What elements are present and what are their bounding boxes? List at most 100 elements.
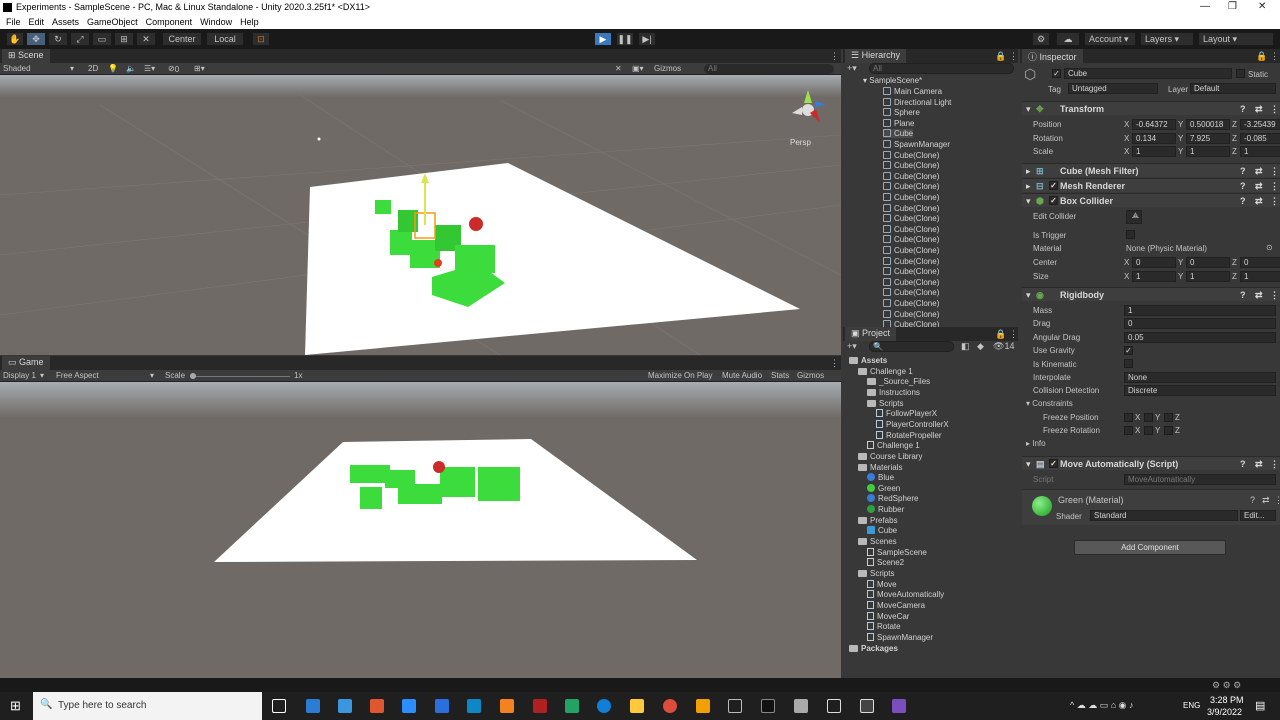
help-icon[interactable]: ? bbox=[1240, 166, 1246, 176]
mesh-filter-header[interactable]: ▸ ⊞ Cube (Mesh Filter) ? ⇄ ⋮ bbox=[1022, 163, 1280, 177]
axis-z-label[interactable]: Z bbox=[1232, 134, 1237, 143]
scale-y-input[interactable]: 1 bbox=[1186, 146, 1230, 157]
tab-scene[interactable]: ⊞ Scene bbox=[2, 49, 50, 63]
center-z-input[interactable]: 0 bbox=[1240, 257, 1280, 268]
persp-label[interactable]: Persp bbox=[790, 138, 811, 147]
display-dropdown[interactable]: Display 1 bbox=[3, 371, 36, 380]
material-preview-icon[interactable] bbox=[1032, 496, 1052, 516]
project-item[interactable]: RotatePropeller bbox=[876, 430, 942, 440]
center-x-input[interactable]: 0 bbox=[1132, 257, 1176, 268]
hierarchy-search-input[interactable]: All bbox=[869, 63, 1014, 74]
scene-viewport[interactable]: Persp bbox=[0, 75, 841, 355]
hierarchy-item[interactable]: Cube(Clone) bbox=[883, 246, 939, 255]
freeze-position-x-checkbox[interactable] bbox=[1124, 413, 1133, 422]
position-z-input[interactable]: -3.25439 bbox=[1240, 119, 1280, 130]
chrome-icon[interactable] bbox=[663, 699, 677, 713]
project-item[interactable]: Assets bbox=[849, 356, 887, 365]
grid-snap-icon[interactable]: ⊡ bbox=[252, 32, 270, 46]
menu-component[interactable]: Component bbox=[146, 17, 193, 27]
preset-icon[interactable]: ⇄ bbox=[1255, 166, 1263, 177]
axis-y-label[interactable]: Y bbox=[1178, 120, 1183, 129]
custom-tool-icon[interactable]: ✕ bbox=[136, 32, 156, 46]
object-picker-icon[interactable]: ⊙ bbox=[1266, 243, 1273, 252]
preset-icon[interactable]: ⇄ bbox=[1255, 459, 1263, 470]
transform-header[interactable]: ▾ ✥ Transform ? ⇄ ⋮ bbox=[1022, 101, 1280, 115]
component-menu-icon[interactable]: ⋮ bbox=[1270, 181, 1279, 192]
axis-z-label[interactable]: Z bbox=[1232, 147, 1237, 156]
project-item[interactable]: Blue bbox=[867, 473, 894, 482]
project-item[interactable]: SpawnManager bbox=[867, 632, 933, 642]
active-checkbox[interactable]: ✓ bbox=[1052, 69, 1061, 78]
clock-date[interactable]: 3/9/2022 bbox=[1207, 707, 1242, 717]
component-menu-icon[interactable]: ⋮ bbox=[1270, 196, 1279, 207]
aspect-dropdown[interactable]: Free Aspect bbox=[56, 371, 99, 380]
preset-icon[interactable]: ⇄ bbox=[1255, 104, 1263, 115]
project-item[interactable]: Scenes bbox=[858, 537, 897, 546]
interpolate-dropdown[interactable]: None bbox=[1124, 372, 1276, 383]
telegram-icon[interactable] bbox=[467, 699, 481, 713]
minimize-button[interactable]: — bbox=[1200, 1, 1210, 12]
grid-toggle-icon[interactable]: ⊞▾ bbox=[194, 64, 205, 73]
hierarchy-item[interactable]: Directional Light bbox=[883, 97, 951, 107]
size-z-input[interactable]: 1 bbox=[1240, 270, 1280, 282]
axis-x-label[interactable]: X bbox=[1124, 147, 1129, 156]
kebab-menu-icon[interactable]: ⋮ bbox=[1270, 51, 1279, 62]
axis-y-label[interactable]: Y bbox=[1178, 134, 1183, 143]
transform-tool-icon[interactable]: ⊞ bbox=[114, 32, 134, 46]
hierarchy-item[interactable]: Cube(Clone) bbox=[883, 288, 939, 297]
project-item[interactable]: _Source_Files bbox=[867, 377, 930, 386]
unity-editor-icon[interactable] bbox=[860, 699, 874, 713]
tab-inspector[interactable]: ⓘ Inspector bbox=[1022, 49, 1083, 63]
constraints-foldout[interactable]: ▾ Constraints bbox=[1026, 399, 1073, 408]
preset-icon[interactable]: ⇄ bbox=[1255, 290, 1263, 301]
account-dropdown[interactable]: Account ▾ bbox=[1084, 32, 1136, 46]
unity-hub-icon[interactable] bbox=[827, 699, 841, 713]
hierarchy-item[interactable]: Cube(Clone) bbox=[883, 214, 939, 223]
axis-z-label[interactable]: Z bbox=[1232, 120, 1237, 129]
box-collider-header[interactable]: ▾ ⬢ ✓ Box Collider ? ⇄ ⋮ bbox=[1022, 193, 1280, 207]
scale-x-input[interactable]: 1 bbox=[1132, 146, 1176, 157]
freeze-position-z-checkbox[interactable] bbox=[1164, 413, 1173, 422]
hierarchy-item[interactable]: Cube(Clone) bbox=[883, 203, 939, 213]
shader-edit-button[interactable]: Edit... bbox=[1240, 510, 1276, 521]
angular-drag-input[interactable]: 0.05 bbox=[1124, 332, 1276, 343]
project-item[interactable]: Move bbox=[867, 579, 897, 589]
layer-dropdown[interactable]: Default bbox=[1190, 83, 1276, 94]
hierarchy-item[interactable]: Cube(Clone) bbox=[883, 161, 939, 170]
hierarchy-item[interactable]: Cube(Clone) bbox=[883, 235, 939, 244]
filter-label-icon[interactable]: ◆ bbox=[977, 341, 984, 352]
windows-start-icon[interactable]: ⊞ bbox=[10, 698, 21, 714]
foldout-arrow-icon[interactable]: ▾ bbox=[1026, 104, 1031, 115]
component-menu-icon[interactable]: ⋮ bbox=[1270, 459, 1279, 470]
axis-x-label[interactable]: X bbox=[1124, 258, 1129, 267]
scale-slider-handle[interactable] bbox=[190, 373, 196, 379]
component-menu-icon[interactable]: ⋮ bbox=[1270, 104, 1279, 115]
position-y-input[interactable]: 0.500018 bbox=[1186, 119, 1230, 130]
maximize-button[interactable]: ❐ bbox=[1228, 1, 1237, 12]
static-label[interactable]: Static bbox=[1248, 70, 1268, 79]
stats-toggle[interactable]: Stats bbox=[771, 371, 789, 380]
hierarchy-item[interactable]: Cube(Clone) bbox=[883, 193, 939, 202]
position-x-input[interactable]: -0.64372 bbox=[1132, 119, 1176, 130]
help-icon[interactable]: ? bbox=[1240, 459, 1246, 469]
game-gizmos-dropdown[interactable]: Gizmos bbox=[797, 371, 824, 380]
enabled-checkbox[interactable]: ✓ bbox=[1049, 196, 1058, 205]
help-icon[interactable]: ? bbox=[1240, 104, 1246, 114]
project-item[interactable]: Scripts bbox=[867, 399, 903, 408]
add-object-button[interactable]: +▾ bbox=[847, 63, 857, 74]
size-x-input[interactable]: 1 bbox=[1132, 270, 1176, 282]
menu-edit[interactable]: Edit bbox=[29, 17, 45, 27]
foldout-arrow-icon[interactable]: ▾ bbox=[1026, 459, 1031, 470]
play-button[interactable]: ▶ bbox=[594, 32, 612, 46]
hidden-packages-icon[interactable]: 👁14 bbox=[993, 341, 1014, 352]
foldout-arrow-icon[interactable]: ▾ bbox=[1026, 290, 1031, 301]
mail-icon[interactable] bbox=[306, 699, 320, 713]
collision-detection-dropdown[interactable]: Discrete bbox=[1124, 385, 1276, 396]
task-view-icon[interactable] bbox=[272, 699, 286, 713]
zoom-icon[interactable] bbox=[402, 699, 416, 713]
hierarchy-item[interactable]: Sphere bbox=[883, 108, 920, 117]
project-item[interactable]: Packages bbox=[849, 644, 898, 653]
clock-time[interactable]: 3:28 PM bbox=[1210, 695, 1244, 705]
foldout-arrow-icon[interactable]: ▸ bbox=[1026, 181, 1031, 192]
file-app-icon[interactable] bbox=[338, 699, 352, 713]
